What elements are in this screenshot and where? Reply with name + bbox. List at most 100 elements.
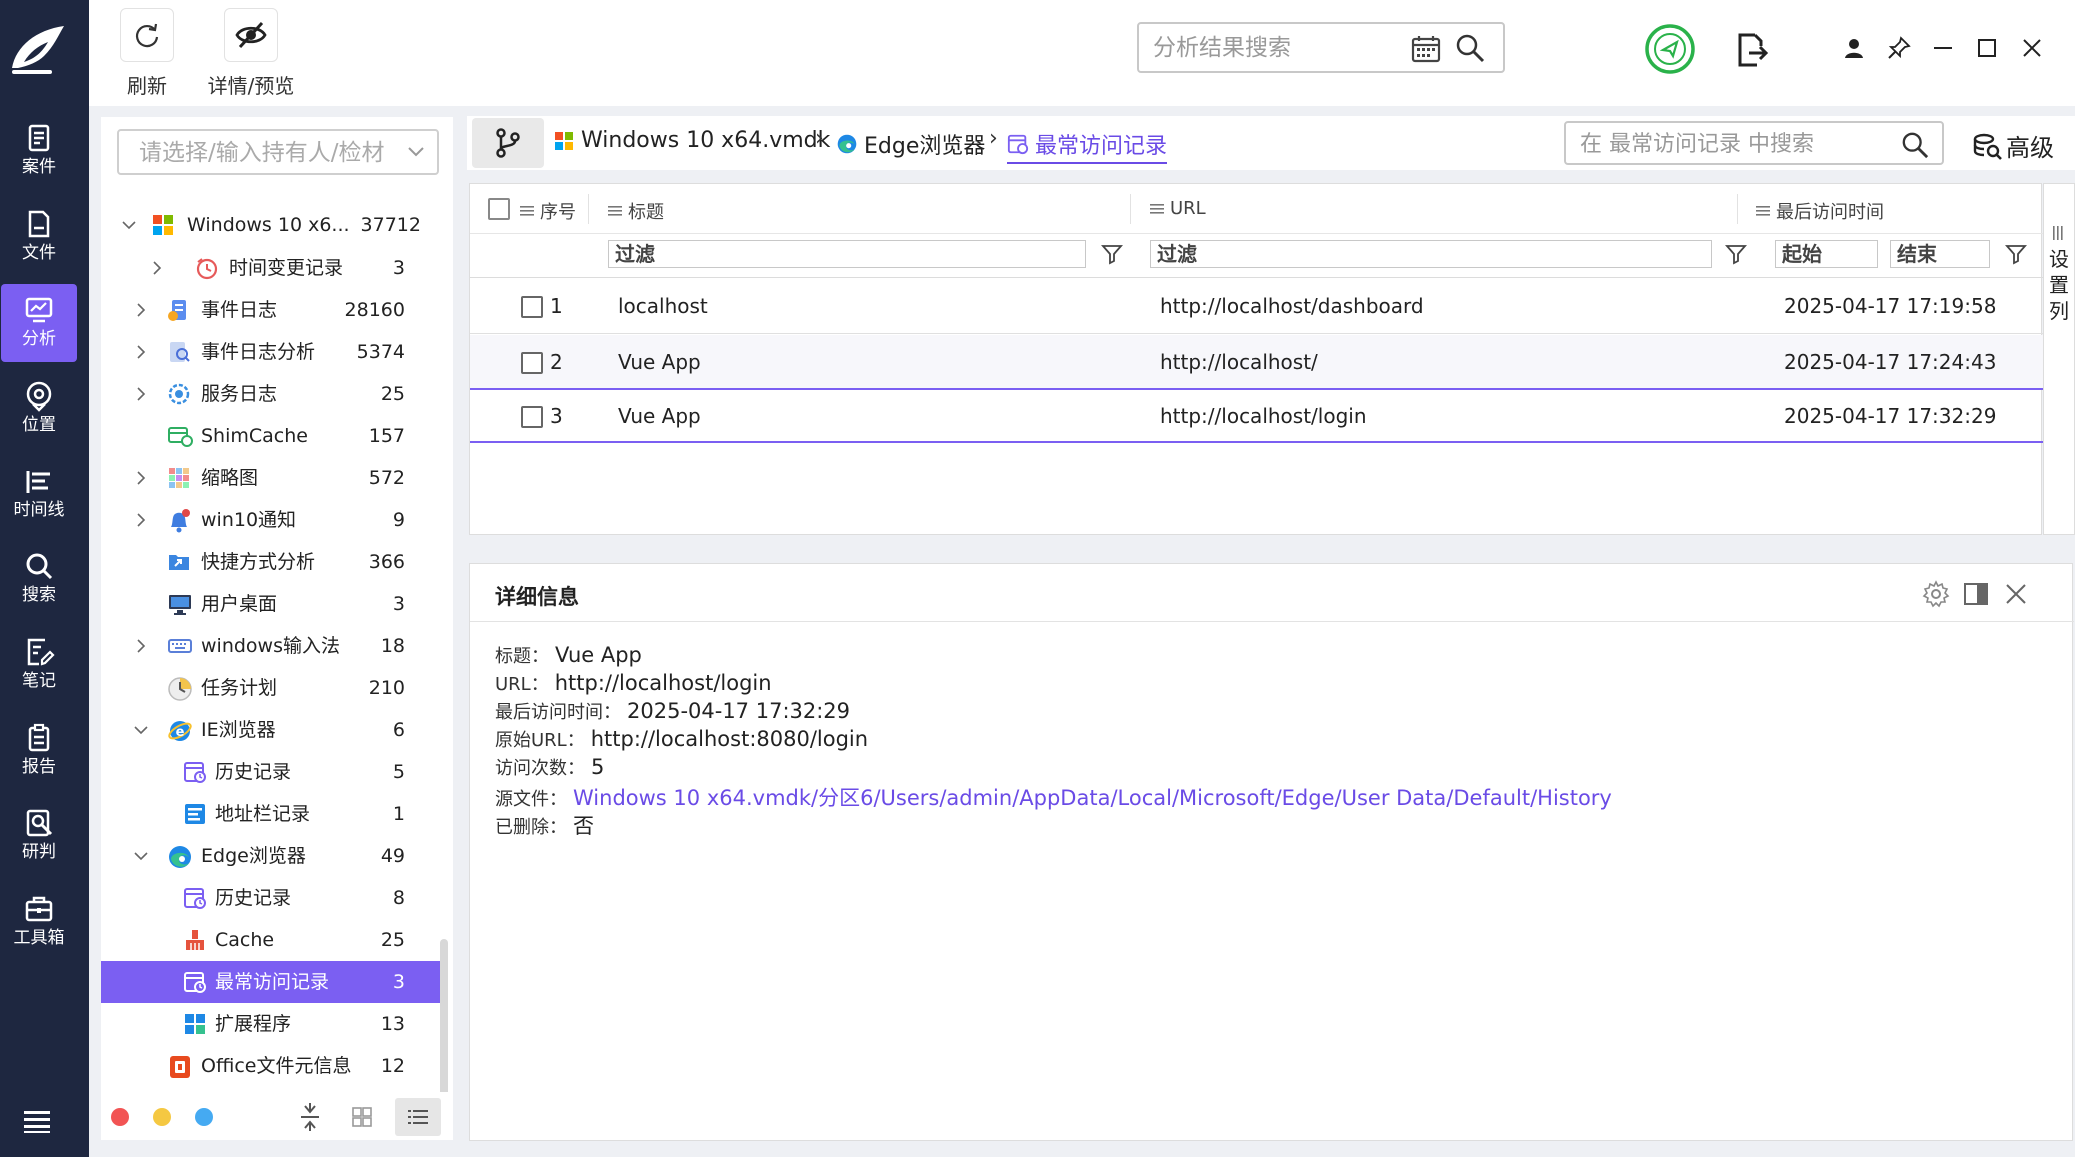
- tree-item[interactable]: 用户桌面 3: [101, 583, 441, 625]
- global-search-input[interactable]: [1153, 33, 1403, 63]
- menu-icon[interactable]: [20, 1108, 54, 1134]
- breadcrumb-item-edge[interactable]: Edge浏览器: [836, 128, 985, 160]
- nav-item-notes[interactable]: 笔记: [1, 626, 77, 704]
- status-ok-icon[interactable]: [1644, 23, 1696, 75]
- grid-view-icon[interactable]: [350, 1105, 374, 1129]
- branch-button[interactable]: [472, 118, 544, 168]
- chevron-right-icon[interactable]: [133, 512, 149, 528]
- list-view-icon[interactable]: [395, 1098, 441, 1136]
- tree-item[interactable]: 缩略图 572: [101, 457, 441, 499]
- url-filter-input[interactable]: 过滤: [1150, 240, 1712, 268]
- column-header-last-visit[interactable]: 最后访问时间: [1756, 198, 1884, 224]
- tree-item[interactable]: Cache 25: [101, 919, 441, 961]
- tree-item[interactable]: 事件日志分析 5374: [101, 331, 441, 373]
- chevron-right-icon[interactable]: [149, 260, 165, 276]
- maximize-icon[interactable]: [1975, 36, 1999, 60]
- blue-color-dot[interactable]: [195, 1108, 213, 1126]
- row-checkbox[interactable]: [521, 352, 543, 374]
- breadcrumb-item-disk[interactable]: Windows 10 x64.vmdk: [553, 128, 830, 153]
- chevron-down-icon[interactable]: [133, 722, 149, 738]
- tree-item[interactable]: ShimCache 157: [101, 415, 441, 457]
- chevron-down-icon[interactable]: [121, 217, 137, 233]
- table-row[interactable]: 2 Vue App http://localhost/ 2025-04-17 1…: [470, 335, 2043, 390]
- column-divider[interactable]: [1737, 194, 1738, 224]
- column-header-url[interactable]: URL: [1150, 198, 1206, 219]
- nav-item-toolbox[interactable]: 工具箱: [1, 883, 77, 961]
- tree-item[interactable]: 时间变更记录 3: [101, 247, 441, 289]
- tree-item[interactable]: 历史记录 5: [101, 751, 441, 793]
- chevron-right-icon[interactable]: [133, 344, 149, 360]
- chevron-down-icon: [407, 145, 425, 159]
- user-icon[interactable]: [1842, 36, 1866, 60]
- column-header-index[interactable]: 序号: [520, 198, 576, 224]
- select-all-checkbox[interactable]: [488, 198, 510, 220]
- refresh-button[interactable]: 刷新: [115, 8, 179, 99]
- row-checkbox[interactable]: [521, 406, 543, 428]
- nav-item-case[interactable]: 案件: [1, 112, 77, 190]
- export-icon[interactable]: [1735, 32, 1769, 68]
- chevron-right-icon[interactable]: [133, 638, 149, 654]
- nav-item-search[interactable]: 搜索: [1, 540, 77, 618]
- breadcrumb-separator: ›: [989, 126, 998, 151]
- filter-icon[interactable]: [1100, 242, 1124, 266]
- end-date-filter[interactable]: 结束: [1890, 240, 1990, 268]
- filter-icon[interactable]: [1724, 242, 1748, 266]
- chevron-down-icon[interactable]: [133, 848, 149, 864]
- search-icon[interactable]: [1900, 130, 1930, 160]
- record-search-box: [1564, 121, 1944, 165]
- gear-icon[interactable]: [1922, 580, 1950, 608]
- column-header-title[interactable]: 标题: [608, 198, 664, 224]
- tree-item[interactable]: Edge浏览器 49: [101, 835, 441, 877]
- tree-item[interactable]: Windows 10 x6... 37712: [101, 204, 441, 246]
- split-panel-icon[interactable]: [1962, 580, 1990, 608]
- nav-item-analysis[interactable]: 分析: [1, 284, 77, 362]
- tree-item[interactable]: 快捷方式分析 366: [101, 541, 441, 583]
- nav-item-location[interactable]: 位置: [1, 370, 77, 448]
- tree-item[interactable]: Office文件元信息 12: [101, 1045, 441, 1080]
- tree-item[interactable]: 任务计划 210: [101, 667, 441, 709]
- minimize-icon[interactable]: [1931, 36, 1955, 60]
- refresh-icon: [132, 20, 162, 50]
- table-row[interactable]: 1 localhost http://localhost/dashboard 2…: [470, 279, 2043, 334]
- close-icon[interactable]: [2002, 580, 2030, 608]
- chevron-right-icon[interactable]: [133, 470, 149, 486]
- tree-item-selected[interactable]: 最常访问记录 3: [101, 961, 441, 1003]
- nav-item-timeline[interactable]: 时间线: [1, 455, 77, 533]
- breadcrumb-item-current[interactable]: 最常访问记录: [1007, 128, 1168, 164]
- yellow-color-dot[interactable]: [153, 1108, 171, 1126]
- nav-item-research[interactable]: 研判: [1, 797, 77, 875]
- nav-item-report[interactable]: 报告: [1, 712, 77, 790]
- collapse-icon[interactable]: [298, 1103, 322, 1131]
- column-divider[interactable]: [1130, 194, 1131, 224]
- tree-item[interactable]: win10通知 9: [101, 499, 441, 541]
- tree-item[interactable]: 服务日志 25: [101, 373, 441, 415]
- column-divider[interactable]: [588, 194, 589, 224]
- table-row-selected[interactable]: 3 Vue App http://localhost/login 2025-04…: [470, 391, 2043, 443]
- title-filter-input[interactable]: 过滤: [608, 240, 1086, 268]
- owner-input[interactable]: [139, 139, 389, 167]
- set-columns-button[interactable]: 设置列: [2043, 183, 2075, 535]
- close-icon[interactable]: [2020, 36, 2044, 60]
- pin-icon[interactable]: [1886, 35, 1912, 61]
- tree-item[interactable]: e IE浏览器 6: [101, 709, 441, 751]
- detail-preview-button[interactable]: 详情/预览: [191, 8, 311, 99]
- chevron-right-icon[interactable]: [133, 302, 149, 318]
- start-date-filter[interactable]: 起始: [1775, 240, 1878, 268]
- detail-row-deleted: 已删除： 否: [495, 810, 594, 840]
- record-search-input[interactable]: [1580, 130, 1880, 158]
- red-color-dot[interactable]: [111, 1108, 129, 1126]
- tree-item[interactable]: 地址栏记录 1: [101, 793, 441, 835]
- nav-item-file[interactable]: 文件: [1, 198, 77, 276]
- filter-icon[interactable]: [2004, 242, 2028, 266]
- row-checkbox[interactable]: [521, 296, 543, 318]
- tree-item[interactable]: 历史记录 8: [101, 877, 441, 919]
- owner-select[interactable]: [117, 129, 439, 175]
- search-icon[interactable]: [1455, 33, 1485, 63]
- source-file-link[interactable]: Windows 10 x64.vmdk/分区6/Users/admin/AppD…: [573, 782, 1612, 812]
- tree-item[interactable]: windows输入法 18: [101, 625, 441, 667]
- tree-item[interactable]: 扩展程序 13: [101, 1003, 441, 1045]
- tree-item[interactable]: 事件日志 28160: [101, 289, 441, 331]
- chevron-right-icon[interactable]: [133, 386, 149, 402]
- advanced-search-button[interactable]: 高级: [1972, 128, 2054, 163]
- calendar-icon[interactable]: [1411, 34, 1441, 64]
